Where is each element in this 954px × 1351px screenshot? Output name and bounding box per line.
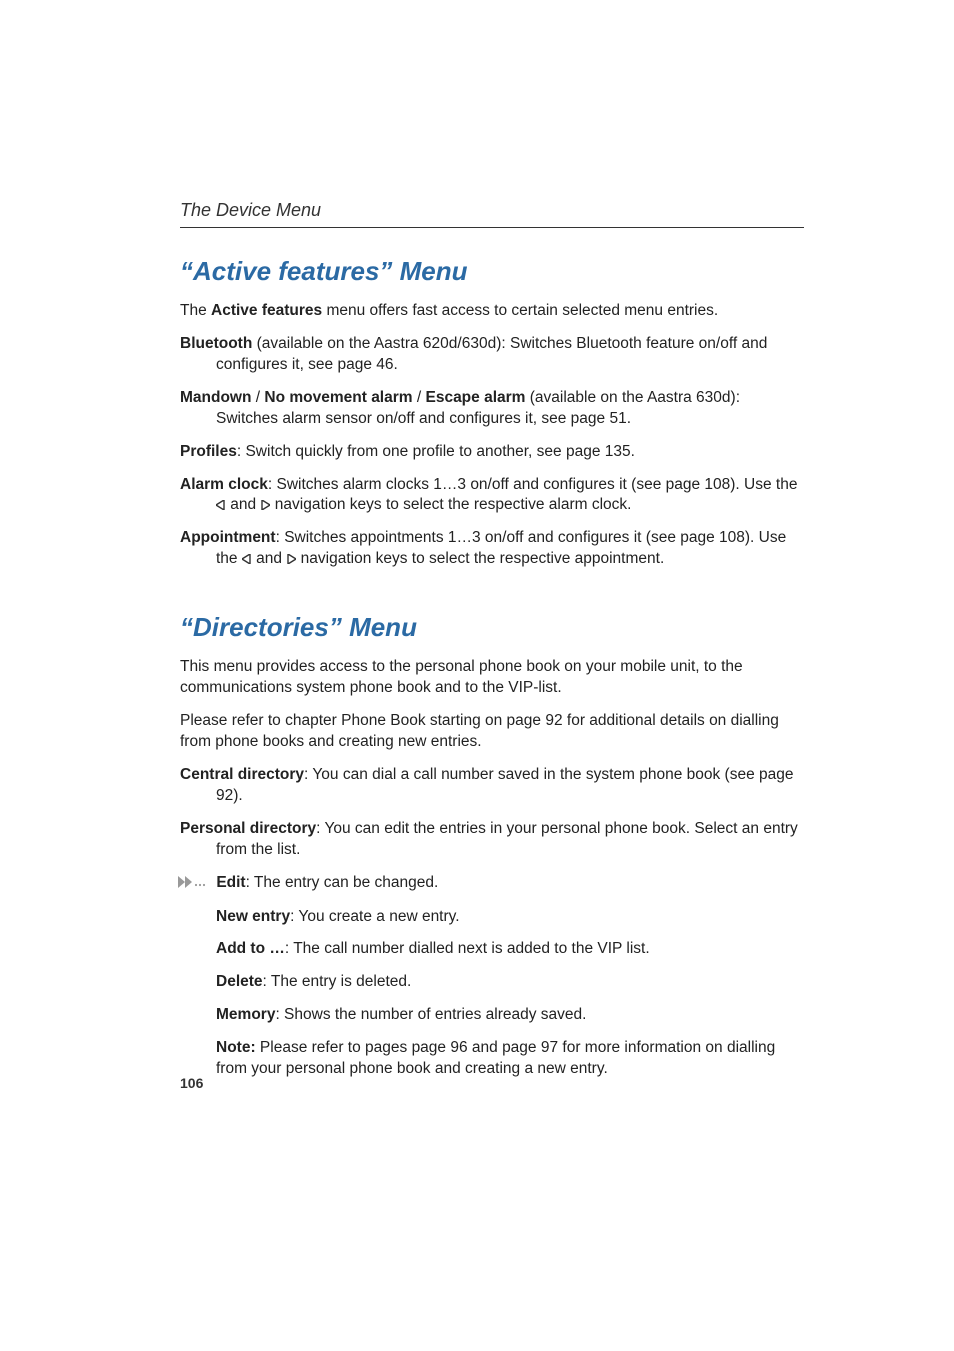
text-bold: Delete [216,973,263,990]
text-bold: Memory [216,1006,275,1023]
section-title-directories: “Directories” Menu [180,612,804,643]
item-delete: Delete: The entry is deleted. [180,972,804,993]
text-bold: Edit [216,874,245,891]
text: navigation keys to select the respective… [270,496,631,513]
item-bluetooth: Bluetooth (available on the Aastra 620d/… [180,334,804,376]
text-bold: Note: [216,1039,256,1056]
nav-left-icon [216,500,226,510]
menu-continue-icon [178,874,212,895]
item-central-directory: Central directory: You can dial a call n… [180,765,804,807]
nav-right-icon [260,500,270,510]
text: Please refer to pages page 96 and page 9… [216,1039,775,1077]
text-bold: No movement alarm [264,389,412,406]
nav-right-icon [286,554,296,564]
text-bold: Bluetooth [180,335,252,352]
item-new-entry: New entry: You create a new entry. [180,907,804,928]
text: and [226,496,260,513]
item-appointment: Appointment: Switches appointments 1…3 o… [180,528,804,570]
text: : The entry is deleted. [263,973,412,990]
text: menu offers fast access to certain selec… [322,302,718,319]
text-bold: New entry [216,908,290,925]
text-bold: Personal directory [180,820,316,837]
text: : Switches alarm clocks 1…3 on/off and c… [268,476,798,493]
text-bold: Appointment [180,529,276,546]
item-personal-directory: Personal directory: You can edit the ent… [180,819,804,861]
text-bold: Central directory [180,766,304,783]
item-memory: Memory: Shows the number of entries alre… [180,1005,804,1026]
text-bold: Mandown [180,389,251,406]
item-edit: Edit: The entry can be changed. [180,873,804,895]
text-bold: Active features [211,302,322,319]
text-bold: Escape alarm [425,389,525,406]
directories-intro-2: Please refer to chapter Phone Book start… [180,711,804,753]
text: (available on the Aastra 620d/630d): Swi… [216,335,767,373]
text: : Switch quickly from one profile to ano… [237,443,635,460]
item-mandown: Mandown / No movement alarm / Escape ala… [180,388,804,430]
text: : You create a new entry. [290,908,459,925]
text-bold: Add to … [216,940,285,957]
text: navigation keys to select the respective… [296,550,664,567]
text: / [251,389,264,406]
text: : Shows the number of entries already sa… [275,1006,586,1023]
nav-left-icon [242,554,252,564]
item-profiles: Profiles: Switch quickly from one profil… [180,442,804,463]
text: and [252,550,286,567]
section-title-active-features: “Active features” Menu [180,256,804,287]
text-bold: Profiles [180,443,237,460]
item-add-to: Add to …: The call number dialled next i… [180,939,804,960]
text: The [180,302,211,319]
directories-intro-1: This menu provides access to the persona… [180,657,804,699]
item-alarm-clock: Alarm clock: Switches alarm clocks 1…3 o… [180,475,804,517]
text-bold: Alarm clock [180,476,268,493]
running-head: The Device Menu [180,200,804,228]
active-features-intro: The Active features menu offers fast acc… [180,301,804,322]
item-note: Note: Please refer to pages page 96 and … [180,1038,804,1080]
text: : The entry can be changed. [246,874,439,891]
text: : The call number dialled next is added … [285,940,650,957]
text: / [413,389,426,406]
page-number: 106 [180,1075,203,1091]
